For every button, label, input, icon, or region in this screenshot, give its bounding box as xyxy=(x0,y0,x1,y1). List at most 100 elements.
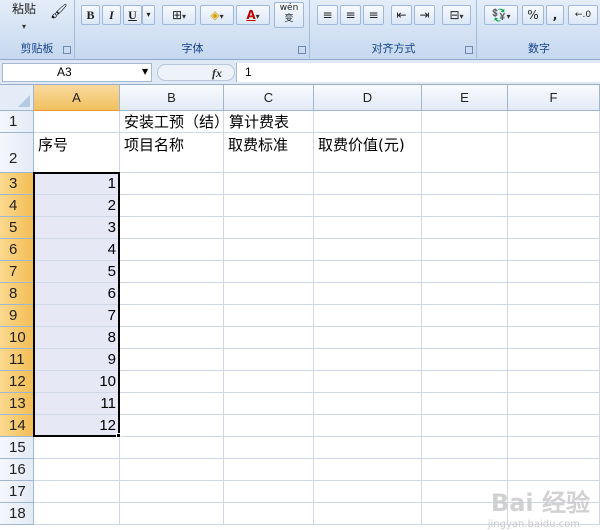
paste-button[interactable]: 粘贴 ▾ xyxy=(4,0,44,31)
cell-d7[interactable] xyxy=(314,261,422,283)
accounting-format-button[interactable]: 💱▾ xyxy=(484,5,518,25)
cell-f12[interactable] xyxy=(508,371,600,393)
cell-c8[interactable] xyxy=(224,283,314,305)
merge-center-button[interactable]: ⊟▾ xyxy=(442,5,471,25)
cell-d17[interactable] xyxy=(314,481,422,503)
increase-indent-button[interactable]: ⇥ xyxy=(414,5,435,25)
row-header-11[interactable]: 11 xyxy=(0,349,34,371)
align-center-button[interactable]: ≡ xyxy=(340,5,361,25)
cell-f7[interactable] xyxy=(508,261,600,283)
cell-b3[interactable] xyxy=(120,173,224,195)
cell-e11[interactable] xyxy=(422,349,508,371)
cell-a16[interactable] xyxy=(34,459,120,481)
cell-b17[interactable] xyxy=(120,481,224,503)
cell-d3[interactable] xyxy=(314,173,422,195)
cell-c11[interactable] xyxy=(224,349,314,371)
row-header-7[interactable]: 7 xyxy=(0,261,34,283)
cell-f5[interactable] xyxy=(508,217,600,239)
cell-e12[interactable] xyxy=(422,371,508,393)
align-left-button[interactable]: ≡ xyxy=(317,5,338,25)
column-header-f[interactable]: F xyxy=(508,85,600,111)
phonetic-button[interactable]: wén 变 xyxy=(274,2,304,28)
row-header-15[interactable]: 15 xyxy=(0,437,34,459)
cell-e2[interactable] xyxy=(422,133,508,173)
cell-c4[interactable] xyxy=(224,195,314,217)
insert-function-icon[interactable]: fx xyxy=(212,66,222,81)
cell-c12[interactable] xyxy=(224,371,314,393)
cell-f9[interactable] xyxy=(508,305,600,327)
cell-e3[interactable] xyxy=(422,173,508,195)
seq-cell[interactable]: 4 xyxy=(34,239,120,261)
font-color-button[interactable]: A▾ xyxy=(236,5,270,25)
cell-a15[interactable] xyxy=(34,437,120,459)
cell-e1[interactable] xyxy=(422,111,508,133)
cell-a1[interactable] xyxy=(34,111,120,133)
seq-cell[interactable]: 5 xyxy=(34,261,120,283)
cell-c15[interactable] xyxy=(224,437,314,459)
row-header-17[interactable]: 17 xyxy=(0,481,34,503)
cell-b12[interactable] xyxy=(120,371,224,393)
seq-cell[interactable]: 12 xyxy=(34,415,120,437)
underline-dropdown[interactable]: ▾ xyxy=(142,5,155,25)
seq-cell[interactable]: 8 xyxy=(34,327,120,349)
cell-c9[interactable] xyxy=(224,305,314,327)
cell-c7[interactable] xyxy=(224,261,314,283)
cell-d15[interactable] xyxy=(314,437,422,459)
cell-d16[interactable] xyxy=(314,459,422,481)
cell-a18[interactable] xyxy=(34,503,120,525)
row-header-2[interactable]: 2 xyxy=(0,133,34,173)
row-header-12[interactable]: 12 xyxy=(0,371,34,393)
cell-b16[interactable] xyxy=(120,459,224,481)
cell-d9[interactable] xyxy=(314,305,422,327)
row-header-14[interactable]: 14 xyxy=(0,415,34,437)
cell-f1[interactable] xyxy=(508,111,600,133)
cell-b13[interactable] xyxy=(120,393,224,415)
comma-button[interactable]: , xyxy=(546,5,564,25)
sheet-title[interactable]: 安装工预（结）算计费表 xyxy=(120,111,289,133)
row-header-3[interactable]: 3 xyxy=(0,173,34,195)
cell-a17[interactable] xyxy=(34,481,120,503)
cell-e13[interactable] xyxy=(422,393,508,415)
cell-d13[interactable] xyxy=(314,393,422,415)
row-header-4[interactable]: 4 xyxy=(0,195,34,217)
name-box[interactable]: A3 xyxy=(2,63,152,82)
cell-f16[interactable] xyxy=(508,459,600,481)
header-fee-standard[interactable]: 取费标准 xyxy=(224,133,288,173)
cell-f2[interactable] xyxy=(508,133,600,173)
cell-b5[interactable] xyxy=(120,217,224,239)
column-header-a[interactable]: A xyxy=(34,85,120,111)
column-header-e[interactable]: E xyxy=(422,85,508,111)
seq-cell[interactable]: 3 xyxy=(34,217,120,239)
cell-d14[interactable] xyxy=(314,415,422,437)
cell-f3[interactable] xyxy=(508,173,600,195)
cell-f11[interactable] xyxy=(508,349,600,371)
header-item-name[interactable]: 项目名称 xyxy=(120,133,184,173)
cell-d18[interactable] xyxy=(314,503,422,525)
cell-c14[interactable] xyxy=(224,415,314,437)
cell-e9[interactable] xyxy=(422,305,508,327)
cell-d6[interactable] xyxy=(314,239,422,261)
select-all-corner[interactable] xyxy=(0,85,34,111)
cell-e15[interactable] xyxy=(422,437,508,459)
cell-f8[interactable] xyxy=(508,283,600,305)
cell-c10[interactable] xyxy=(224,327,314,349)
seq-cell[interactable]: 6 xyxy=(34,283,120,305)
cell-c13[interactable] xyxy=(224,393,314,415)
cell-c17[interactable] xyxy=(224,481,314,503)
cell-c18[interactable] xyxy=(224,503,314,525)
seq-cell[interactable]: 9 xyxy=(34,349,120,371)
decrease-indent-button[interactable]: ⇤ xyxy=(391,5,412,25)
bold-button[interactable]: B xyxy=(81,5,100,25)
row-header-6[interactable]: 6 xyxy=(0,239,34,261)
cell-f4[interactable] xyxy=(508,195,600,217)
cell-f10[interactable] xyxy=(508,327,600,349)
formula-input[interactable]: 1 xyxy=(236,63,600,82)
chevron-down-icon[interactable]: ▼ xyxy=(142,67,148,76)
increase-decimal-button[interactable]: ←.0 xyxy=(568,5,598,25)
cell-d12[interactable] xyxy=(314,371,422,393)
border-button[interactable]: ⊞▾ xyxy=(162,5,196,25)
row-header-5[interactable]: 5 xyxy=(0,217,34,239)
row-header-18[interactable]: 18 xyxy=(0,503,34,525)
cell-b10[interactable] xyxy=(120,327,224,349)
cell-b7[interactable] xyxy=(120,261,224,283)
